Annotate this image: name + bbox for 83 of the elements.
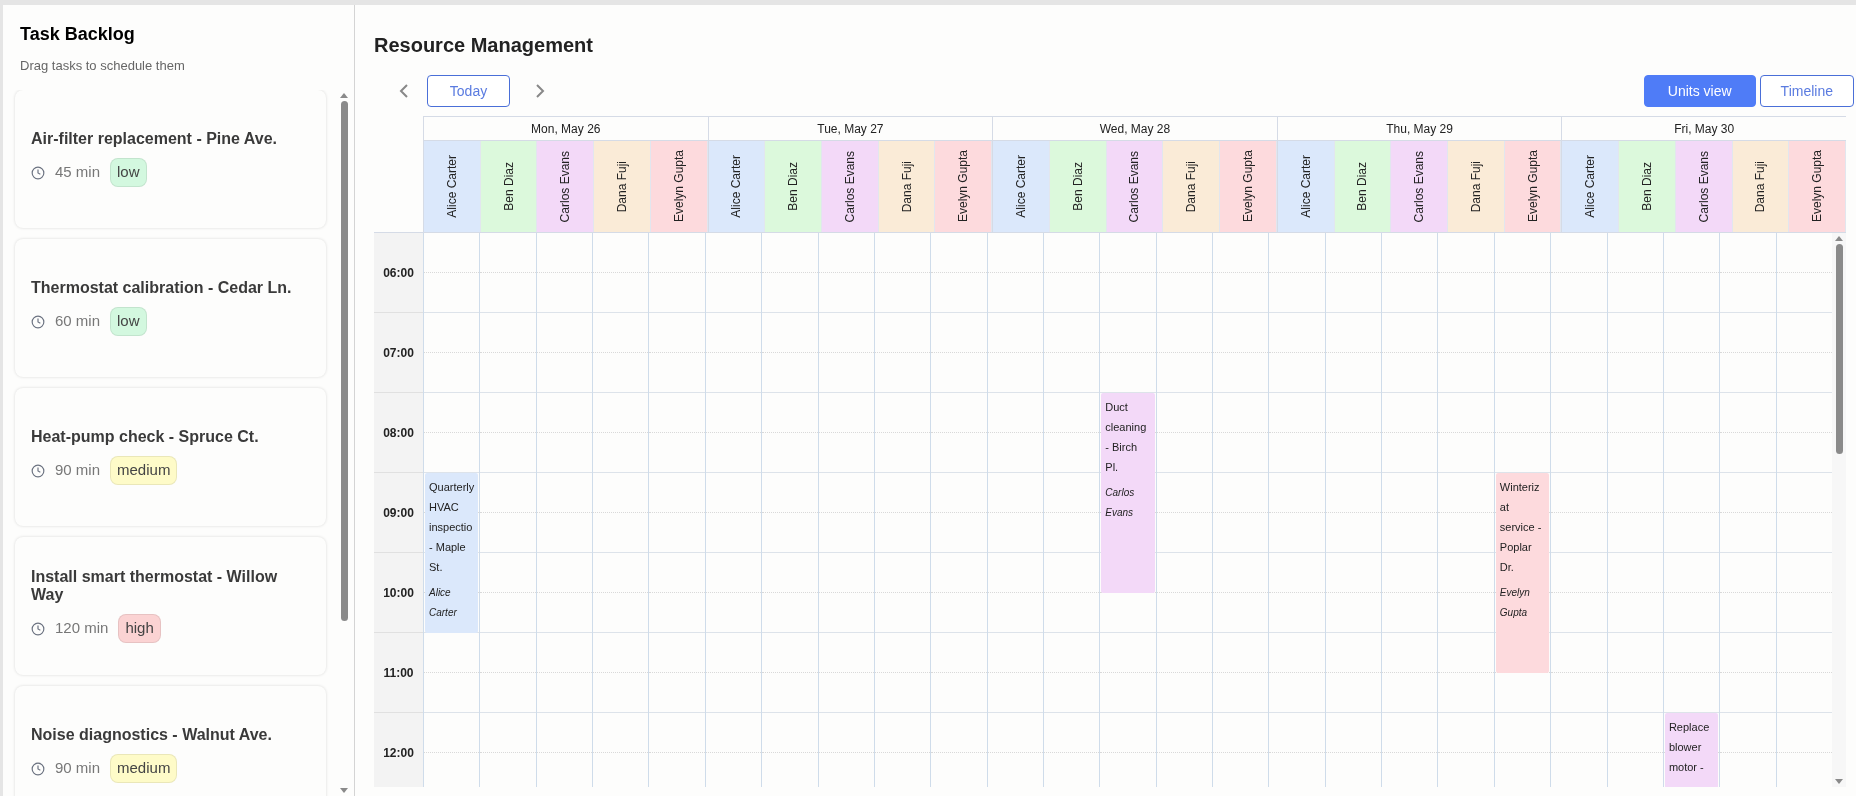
scrollbar-thumb[interactable]	[340, 100, 348, 621]
resource-header: Ben Diaz	[765, 141, 823, 232]
clock-icon	[31, 621, 45, 636]
resource-header: Dana Fuji	[1732, 141, 1790, 232]
resource-header: Alice Carter	[993, 141, 1050, 232]
task-card[interactable]: Install smart thermostat - Willow Way 120 min high	[15, 536, 326, 675]
backlog-title: Task Backlog	[20, 23, 136, 46]
resource-header: Dana Fuji	[1447, 141, 1505, 232]
task-card[interactable]: Air-filter replacement - Pine Ave. 45 min low	[15, 89, 326, 228]
event-title: Replace blower motor -	[1668, 720, 1711, 775]
priority-badge: medium	[110, 456, 178, 485]
task-duration: 90 min	[55, 758, 101, 779]
task-title: Thermostat calibration - Cedar Ln.	[31, 279, 293, 298]
task-card[interactable]: Noise diagnostics - Walnut Ave. 90 min medium	[15, 685, 326, 796]
priority-badge: low	[110, 158, 147, 187]
event-block[interactable]: Winterizat service - Poplar Dr. Evelyn Gupta	[1495, 473, 1550, 673]
event-title: Quarterly HVAC inspectio - Maple St.	[429, 480, 475, 575]
resource-header: Dana Fuji	[878, 141, 936, 232]
time-label: 12:00	[374, 713, 423, 787]
task-title: Air-filter replacement - Pine Ave.	[31, 130, 278, 149]
page-title: Resource Management	[374, 33, 594, 56]
scroll-down-icon[interactable]	[340, 788, 348, 793]
today-button[interactable]: Today	[427, 75, 510, 107]
event-assignee: Carlos Evans	[1105, 486, 1136, 520]
scroll-down-icon[interactable]	[1835, 779, 1843, 784]
event-assignee: Evelyn Gupta	[1499, 586, 1531, 620]
event-block[interactable]: Quarterly HVAC inspectio - Maple St. Alice Carter	[425, 473, 479, 633]
scroll-up-icon[interactable]	[1835, 236, 1843, 241]
task-card[interactable]: Heat-pump check - Spruce Ct. 90 min medium	[15, 387, 326, 526]
task-card[interactable]: Thermostat calibration - Cedar Ln. 60 min low	[15, 238, 326, 377]
resource-header: Evelyn Gupta	[1220, 141, 1277, 232]
resource-header: Dana Fuji	[1163, 141, 1221, 232]
time-label: 09:00	[374, 473, 423, 553]
resource-header: Ben Diaz	[1334, 141, 1392, 232]
task-title: Install smart thermostat - Willow Way	[31, 568, 279, 605]
priority-badge: medium	[110, 754, 178, 783]
resource-header: Alice Carter	[1562, 141, 1620, 232]
resource-header: Evelyn Gupta	[1789, 141, 1846, 232]
resource-header: Ben Diaz	[1049, 141, 1107, 232]
resource-header: Evelyn Gupta	[935, 141, 993, 232]
scroll-up-icon[interactable]	[340, 92, 348, 98]
task-duration: 120 min	[55, 618, 109, 639]
resource-header: Carlos Evans	[1675, 141, 1733, 232]
time-label: 08:00	[374, 393, 423, 473]
chevron-right-icon	[535, 84, 545, 98]
event-title: Winterizat service - Poplar Dr.	[1499, 480, 1543, 575]
resource-header: Carlos Evans	[537, 141, 595, 232]
clock-icon	[31, 463, 45, 478]
view-toggle[interactable]: Timeline	[1759, 75, 1854, 107]
scrollbar-thumb[interactable]	[1835, 244, 1843, 454]
view-toggle[interactable]: Units view	[1643, 75, 1756, 107]
resource-header: Alice Carter	[424, 141, 481, 232]
time-label: 07:00	[374, 313, 423, 393]
clock-icon	[31, 761, 45, 776]
priority-badge: low	[110, 307, 147, 336]
time-label: 06:00	[374, 233, 423, 313]
task-duration: 60 min	[55, 311, 101, 332]
resource-header: Carlos Evans	[822, 141, 879, 232]
resource-header: Carlos Evans	[1391, 141, 1448, 232]
event-title: Duct cleaning - Birch Pl.	[1105, 400, 1148, 475]
event-assignee: Alice Carter	[429, 586, 458, 620]
event-block[interactable]: Replace blower motor -	[1664, 713, 1719, 787]
resource-header: Evelyn Gupta	[1504, 141, 1562, 232]
task-title: Heat-pump check - Spruce Ct.	[31, 428, 260, 447]
priority-badge: high	[118, 614, 161, 643]
resource-header: Alice Carter	[708, 141, 766, 232]
event-block[interactable]: Duct cleaning - Birch Pl. Carlos Evans	[1101, 393, 1155, 593]
resource-header: Dana Fuji	[594, 141, 651, 232]
task-duration: 90 min	[55, 460, 101, 481]
task-duration: 45 min	[55, 162, 101, 183]
task-title: Noise diagnostics - Walnut Ave.	[31, 726, 273, 745]
clock-icon	[31, 314, 45, 329]
resource-header: Ben Diaz	[480, 141, 538, 232]
clock-icon	[31, 165, 45, 180]
backlog-subtitle: Drag tasks to schedule them	[20, 57, 186, 75]
resource-header: Carlos Evans	[1106, 141, 1164, 232]
scrollbar[interactable]	[1832, 233, 1846, 787]
chevron-left-icon	[399, 84, 409, 98]
resource-header: Alice Carter	[1277, 141, 1335, 232]
time-label: 11:00	[374, 633, 423, 713]
resource-header: Evelyn Gupta	[650, 141, 708, 232]
resource-header: Ben Diaz	[1619, 141, 1676, 232]
time-label: 10:00	[374, 553, 423, 633]
